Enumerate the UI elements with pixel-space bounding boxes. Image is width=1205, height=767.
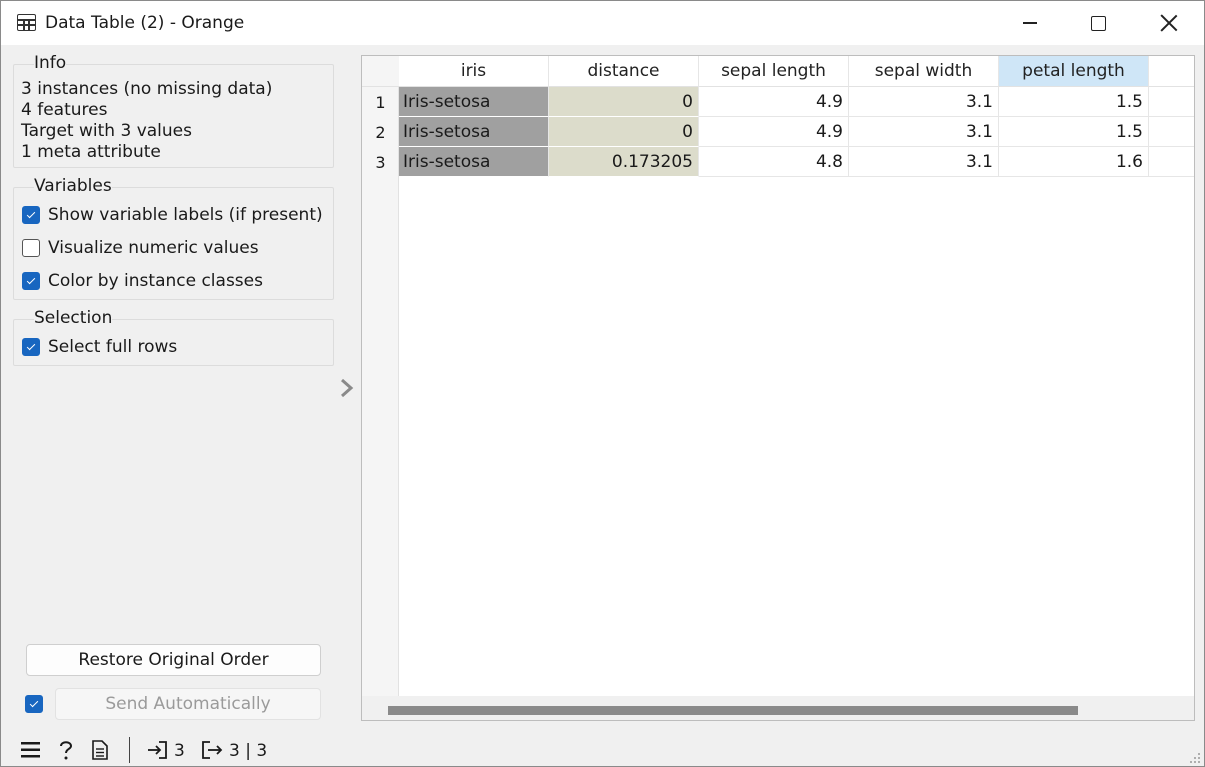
close-icon	[1160, 14, 1178, 32]
output-count: 3 | 3	[229, 741, 268, 761]
table-cell-petal-width[interactable]	[1149, 117, 1194, 147]
select-full-rows-checkbox[interactable]	[22, 338, 40, 356]
table-cell-iris[interactable]: Iris-setosa	[399, 147, 549, 177]
data-table-window: Data Table (2) - Orange Info 3 instances…	[0, 0, 1205, 767]
color-by-class-option[interactable]: Color by instance classes	[22, 271, 263, 291]
send-automatically-checkbox[interactable]	[25, 695, 43, 713]
table-icon	[17, 14, 36, 31]
maximize-button[interactable]	[1063, 1, 1133, 45]
table-cell-petal-length[interactable]: 1.5	[999, 87, 1149, 117]
info-target: Target with 3 values	[21, 121, 192, 141]
table-cell-petal-length[interactable]: 1.5	[999, 117, 1149, 147]
status-separator	[129, 737, 130, 763]
column-header-petal-length[interactable]: petal length	[999, 56, 1149, 87]
show-variable-labels-checkbox[interactable]	[22, 206, 40, 224]
table-cell-sepal-length[interactable]: 4.9	[699, 87, 849, 117]
table-cell-distance[interactable]: 0.173205	[549, 147, 699, 177]
column-header-distance[interactable]: distance	[549, 56, 699, 87]
minimize-icon	[1023, 22, 1037, 24]
show-variable-labels-option[interactable]: Show variable labels (if present)	[22, 205, 323, 225]
table-cell-sepal-width[interactable]: 3.1	[849, 147, 999, 177]
visualize-numeric-label: Visualize numeric values	[48, 238, 259, 258]
row-number[interactable]: 1	[362, 87, 399, 117]
horizontal-scrollbar-thumb[interactable]	[388, 706, 1078, 715]
send-automatically-button[interactable]: Send Automatically	[55, 688, 321, 720]
visualize-numeric-checkbox[interactable]	[22, 239, 40, 257]
column-header-sepal-length[interactable]: sepal length	[699, 56, 849, 87]
table-cell-petal-width[interactable]	[1149, 147, 1194, 177]
show-variable-labels-label: Show variable labels (if present)	[48, 205, 323, 225]
variables-group-title: Variables	[34, 176, 112, 196]
table-cell-sepal-width[interactable]: 3.1	[849, 87, 999, 117]
table-cell-sepal-length[interactable]: 4.9	[699, 117, 849, 147]
color-by-class-label: Color by instance classes	[48, 271, 263, 291]
row-number[interactable]: 2	[362, 117, 399, 147]
variables-group: Variables Show variable labels (if prese…	[13, 176, 334, 300]
info-group: Info 3 instances (no missing data) 4 fea…	[13, 53, 334, 168]
maximize-icon	[1090, 15, 1106, 31]
output-arrow-icon	[202, 741, 223, 759]
table-corner-button[interactable]	[362, 56, 399, 87]
info-meta: 1 meta attribute	[21, 142, 161, 162]
table-cell-petal-width[interactable]	[1149, 87, 1194, 117]
window-title: Data Table (2) - Orange	[45, 13, 245, 33]
close-button[interactable]	[1134, 1, 1204, 45]
color-by-class-checkbox[interactable]	[22, 272, 40, 290]
table-cell-iris[interactable]: Iris-setosa	[399, 117, 549, 147]
table-cell-distance[interactable]: 0	[549, 117, 699, 147]
input-count: 3	[174, 741, 185, 761]
selection-group: Selection Select full rows	[13, 308, 334, 366]
table-cell-iris[interactable]: Iris-setosa	[399, 87, 549, 117]
selection-group-title: Selection	[34, 308, 113, 328]
table-cell-distance[interactable]: 0	[549, 87, 699, 117]
restore-original-order-button[interactable]: Restore Original Order	[26, 644, 321, 676]
column-header-petal-width[interactable]: pe	[1149, 56, 1194, 87]
title-bar[interactable]: Data Table (2) - Orange	[1, 1, 1204, 45]
info-instances: 3 instances (no missing data)	[21, 79, 273, 99]
select-full-rows-label: Select full rows	[48, 337, 178, 357]
info-group-title: Info	[34, 53, 67, 73]
table-cell-sepal-width[interactable]: 3.1	[849, 117, 999, 147]
collapse-panel-arrow-icon[interactable]	[339, 377, 355, 399]
row-number[interactable]: 3	[362, 147, 399, 177]
table-cell-sepal-length[interactable]: 4.8	[699, 147, 849, 177]
horizontal-scrollbar[interactable]	[362, 696, 1194, 720]
column-header-iris[interactable]: iris	[399, 56, 549, 87]
question-icon[interactable]	[56, 739, 76, 761]
select-full-rows-option[interactable]: Select full rows	[22, 337, 177, 357]
info-features: 4 features	[21, 100, 108, 120]
data-table[interactable]: iris distance sepal length sepal width p…	[361, 55, 1195, 721]
resize-grip-icon[interactable]	[1189, 752, 1201, 764]
hamburger-icon[interactable]	[21, 741, 41, 759]
input-arrow-icon	[148, 741, 167, 759]
visualize-numeric-option[interactable]: Visualize numeric values	[22, 238, 259, 258]
table-cell-petal-length[interactable]: 1.6	[999, 147, 1149, 177]
column-header-sepal-width[interactable]: sepal width	[849, 56, 999, 87]
document-icon[interactable]	[91, 740, 109, 760]
minimize-button[interactable]	[995, 1, 1065, 45]
